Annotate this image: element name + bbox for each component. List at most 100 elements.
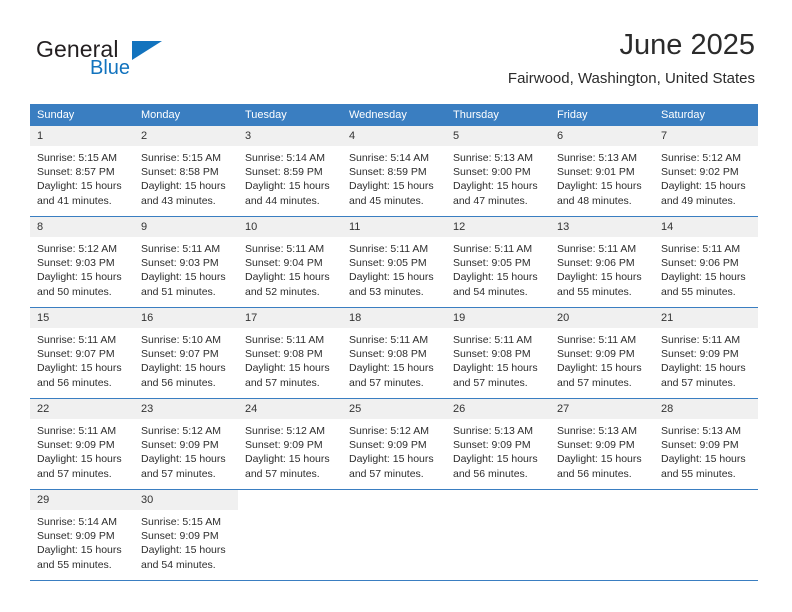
sunset-text: Sunset: 9:02 PM bbox=[661, 166, 739, 179]
daylight-text-line2: and 55 minutes. bbox=[557, 285, 632, 298]
day-details: Sunrise: 5:11 AM Sunset: 9:07 PM Daylight:… bbox=[30, 328, 134, 390]
day-cell[interactable]: 21 Sunrise: 5:11 AM Sunset: 9:09 PM Dayligh… bbox=[654, 307, 758, 399]
sunset-text: Sunset: 9:09 PM bbox=[37, 439, 115, 452]
day-cell[interactable]: 18 Sunrise: 5:11 AM Sunset: 9:08 PM Dayligh… bbox=[342, 307, 446, 399]
day-details: Sunrise: 5:11 AM Sunset: 9:05 PM Daylight:… bbox=[446, 237, 550, 299]
sunset-text: Sunset: 9:09 PM bbox=[141, 530, 219, 543]
day-details: Sunrise: 5:12 AM Sunset: 9:03 PM Daylight:… bbox=[30, 237, 134, 299]
sunrise-text: Sunrise: 5:11 AM bbox=[245, 243, 325, 255]
day-cell[interactable]: 25 Sunrise: 5:12 AM Sunset: 9:09 PM Dayligh… bbox=[342, 398, 446, 490]
daylight-text-line2: and 56 minutes. bbox=[557, 467, 632, 480]
day-number: 29 bbox=[30, 490, 134, 510]
day-cell[interactable]: 7 Sunrise: 5:12 AM Sunset: 9:02 PM Daylight… bbox=[654, 126, 758, 217]
day-details: Sunrise: 5:15 AM Sunset: 8:58 PM Daylight:… bbox=[134, 146, 238, 208]
day-cell[interactable]: 9 Sunrise: 5:11 AM Sunset: 9:03 PM Daylight… bbox=[134, 216, 238, 308]
daylight-text-line1: Daylight: 15 hours bbox=[453, 453, 538, 466]
day-cell[interactable]: 3 Sunrise: 5:14 AM Sunset: 8:59 PM Daylight… bbox=[238, 126, 342, 217]
weekday-header-saturday: Saturday bbox=[654, 104, 758, 126]
weekday-header-wednesday: Wednesday bbox=[342, 104, 446, 126]
daylight-text-line2: and 57 minutes. bbox=[141, 467, 216, 480]
day-number bbox=[446, 490, 550, 510]
day-number: 10 bbox=[238, 217, 342, 237]
daylight-text-line1: Daylight: 15 hours bbox=[37, 271, 122, 284]
day-cell[interactable]: 2 Sunrise: 5:15 AM Sunset: 8:58 PM Daylight… bbox=[134, 126, 238, 217]
sunset-text: Sunset: 9:05 PM bbox=[349, 257, 427, 270]
day-cell[interactable]: 29 Sunrise: 5:14 AM Sunset: 9:09 PM Dayligh… bbox=[30, 489, 134, 581]
sunset-text: Sunset: 9:09 PM bbox=[141, 439, 219, 452]
day-details: Sunrise: 5:14 AM Sunset: 8:59 PM Daylight:… bbox=[342, 146, 446, 208]
daylight-text-line1: Daylight: 15 hours bbox=[141, 453, 226, 466]
daylight-text-line2: and 57 minutes. bbox=[349, 467, 424, 480]
sunrise-text: Sunrise: 5:15 AM bbox=[37, 152, 117, 164]
day-cell-empty bbox=[654, 489, 758, 581]
day-details: Sunrise: 5:13 AM Sunset: 9:01 PM Daylight:… bbox=[550, 146, 654, 208]
daylight-text-line2: and 43 minutes. bbox=[141, 194, 216, 207]
daylight-text-line2: and 49 minutes. bbox=[661, 194, 736, 207]
day-cell[interactable]: 8 Sunrise: 5:12 AM Sunset: 9:03 PM Daylight… bbox=[30, 216, 134, 308]
calendar-body: 1 Sunrise: 5:15 AM Sunset: 8:57 PM Daylight… bbox=[30, 126, 758, 581]
daylight-text-line2: and 57 minutes. bbox=[245, 467, 320, 480]
day-number bbox=[654, 490, 758, 510]
daylight-text-line2: and 55 minutes. bbox=[661, 285, 736, 298]
day-cell[interactable]: 14 Sunrise: 5:11 AM Sunset: 9:06 PM Dayligh… bbox=[654, 216, 758, 308]
sunrise-text: Sunrise: 5:11 AM bbox=[245, 334, 325, 346]
sunrise-text: Sunrise: 5:12 AM bbox=[141, 425, 221, 437]
day-number: 30 bbox=[134, 490, 238, 510]
day-cell[interactable]: 23 Sunrise: 5:12 AM Sunset: 9:09 PM Dayligh… bbox=[134, 398, 238, 490]
page-title: June 2025 bbox=[619, 29, 755, 61]
day-details: Sunrise: 5:12 AM Sunset: 9:09 PM Daylight:… bbox=[342, 419, 446, 481]
day-number: 11 bbox=[342, 217, 446, 237]
day-cell[interactable]: 11 Sunrise: 5:11 AM Sunset: 9:05 PM Dayligh… bbox=[342, 216, 446, 308]
sunrise-text: Sunrise: 5:15 AM bbox=[141, 152, 221, 164]
day-cell[interactable]: 17 Sunrise: 5:11 AM Sunset: 9:08 PM Dayligh… bbox=[238, 307, 342, 399]
page-header: General Blue June 2025 Fairwood, Washing… bbox=[0, 0, 792, 104]
day-number: 17 bbox=[238, 308, 342, 328]
day-number: 28 bbox=[654, 399, 758, 419]
daylight-text-line2: and 57 minutes. bbox=[349, 376, 424, 389]
calendar-week-row: 29 Sunrise: 5:14 AM Sunset: 9:09 PM Dayligh… bbox=[30, 489, 758, 581]
daylight-text-line1: Daylight: 15 hours bbox=[141, 362, 226, 375]
sunset-text: Sunset: 9:09 PM bbox=[661, 348, 739, 361]
day-cell[interactable]: 6 Sunrise: 5:13 AM Sunset: 9:01 PM Daylight… bbox=[550, 126, 654, 217]
calendar-week-row: 8 Sunrise: 5:12 AM Sunset: 9:03 PM Daylight… bbox=[30, 216, 758, 308]
day-cell[interactable]: 10 Sunrise: 5:11 AM Sunset: 9:04 PM Dayligh… bbox=[238, 216, 342, 308]
sunrise-text: Sunrise: 5:12 AM bbox=[37, 243, 117, 255]
sunrise-text: Sunrise: 5:11 AM bbox=[557, 334, 637, 346]
day-details: Sunrise: 5:11 AM Sunset: 9:05 PM Daylight:… bbox=[342, 237, 446, 299]
day-number: 20 bbox=[550, 308, 654, 328]
daylight-text-line1: Daylight: 15 hours bbox=[661, 271, 746, 284]
day-cell[interactable]: 1 Sunrise: 5:15 AM Sunset: 8:57 PM Daylight… bbox=[30, 126, 134, 217]
sunset-text: Sunset: 9:06 PM bbox=[661, 257, 739, 270]
sunset-text: Sunset: 9:09 PM bbox=[245, 439, 323, 452]
daylight-text-line2: and 55 minutes. bbox=[37, 558, 112, 571]
day-cell[interactable]: 12 Sunrise: 5:11 AM Sunset: 9:05 PM Dayligh… bbox=[446, 216, 550, 308]
day-cell[interactable]: 19 Sunrise: 5:11 AM Sunset: 9:08 PM Dayligh… bbox=[446, 307, 550, 399]
day-cell[interactable]: 26 Sunrise: 5:13 AM Sunset: 9:09 PM Dayligh… bbox=[446, 398, 550, 490]
brand-logo[interactable]: General Blue bbox=[36, 36, 236, 82]
day-cell[interactable]: 22 Sunrise: 5:11 AM Sunset: 9:09 PM Dayligh… bbox=[30, 398, 134, 490]
day-cell[interactable]: 13 Sunrise: 5:11 AM Sunset: 9:06 PM Dayligh… bbox=[550, 216, 654, 308]
day-cell[interactable]: 4 Sunrise: 5:14 AM Sunset: 8:59 PM Daylight… bbox=[342, 126, 446, 217]
sunrise-text: Sunrise: 5:11 AM bbox=[557, 243, 637, 255]
day-number bbox=[342, 490, 446, 510]
day-cell[interactable]: 20 Sunrise: 5:11 AM Sunset: 9:09 PM Dayligh… bbox=[550, 307, 654, 399]
day-number: 13 bbox=[550, 217, 654, 237]
daylight-text-line1: Daylight: 15 hours bbox=[245, 180, 330, 193]
day-details: Sunrise: 5:13 AM Sunset: 9:09 PM Daylight:… bbox=[446, 419, 550, 481]
day-cell[interactable]: 27 Sunrise: 5:13 AM Sunset: 9:09 PM Dayligh… bbox=[550, 398, 654, 490]
day-cell[interactable]: 28 Sunrise: 5:13 AM Sunset: 9:09 PM Dayligh… bbox=[654, 398, 758, 490]
sunset-text: Sunset: 9:09 PM bbox=[453, 439, 531, 452]
day-details: Sunrise: 5:13 AM Sunset: 9:09 PM Daylight:… bbox=[654, 419, 758, 481]
day-number: 21 bbox=[654, 308, 758, 328]
day-number: 1 bbox=[30, 126, 134, 146]
day-details: Sunrise: 5:11 AM Sunset: 9:06 PM Daylight:… bbox=[550, 237, 654, 299]
day-cell[interactable]: 30 Sunrise: 5:15 AM Sunset: 9:09 PM Dayligh… bbox=[134, 489, 238, 581]
daylight-text-line2: and 45 minutes. bbox=[349, 194, 424, 207]
sunrise-text: Sunrise: 5:11 AM bbox=[661, 243, 741, 255]
day-cell[interactable]: 16 Sunrise: 5:10 AM Sunset: 9:07 PM Dayligh… bbox=[134, 307, 238, 399]
day-cell[interactable]: 15 Sunrise: 5:11 AM Sunset: 9:07 PM Dayligh… bbox=[30, 307, 134, 399]
triangle-icon bbox=[132, 41, 162, 60]
day-cell[interactable]: 24 Sunrise: 5:12 AM Sunset: 9:09 PM Dayligh… bbox=[238, 398, 342, 490]
calendar-week-row: 15 Sunrise: 5:11 AM Sunset: 9:07 PM Dayligh… bbox=[30, 307, 758, 399]
day-cell[interactable]: 5 Sunrise: 5:13 AM Sunset: 9:00 PM Daylight… bbox=[446, 126, 550, 217]
